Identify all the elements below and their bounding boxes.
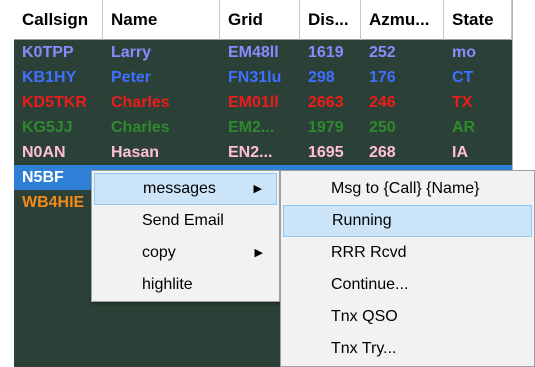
column-header-name[interactable]: Name xyxy=(103,0,220,40)
chevron-right-icon: ▶ xyxy=(253,183,262,195)
column-header-state[interactable]: State xyxy=(444,0,512,40)
submenu-item-rrr-rcvd[interactable]: RRR Rcvd xyxy=(283,237,532,269)
cell-state: AR xyxy=(452,119,476,136)
cell-callsign: WB4HIE xyxy=(22,194,85,211)
submenu-item-label: Msg to {Call} {Name} xyxy=(331,180,480,197)
menu-item-label: copy xyxy=(142,244,176,261)
submenu-item-tnx-qso[interactable]: Tnx QSO xyxy=(283,301,532,333)
submenu-item-msg-to-call-name[interactable]: Msg to {Call} {Name} xyxy=(283,173,532,205)
column-header-azimuth[interactable]: Azmu... xyxy=(361,0,444,40)
cell-dist: 1695 xyxy=(308,144,344,161)
cell-state: IA xyxy=(452,144,468,161)
menu-item-send-email[interactable]: Send Email xyxy=(94,205,277,237)
column-header-distance[interactable]: Dis... xyxy=(300,0,361,40)
grid-header: Callsign Name Grid Dis... Azmu... State xyxy=(14,0,512,40)
menu-item-label: Send Email xyxy=(142,212,224,229)
cell-name: Larry xyxy=(111,44,152,61)
menu-item-label: highlite xyxy=(142,276,193,293)
table-row[interactable]: KG5JJ Charles EM2... 1979 250 AR xyxy=(14,115,512,140)
cell-azm: 246 xyxy=(369,94,396,111)
submenu-item-label: Running xyxy=(332,212,392,229)
cell-dist: 1619 xyxy=(308,44,344,61)
cell-dist: 298 xyxy=(308,69,335,86)
cell-azm: 268 xyxy=(369,144,396,161)
cell-azm: 252 xyxy=(369,44,396,61)
table-row[interactable]: KD5TKR Charles EM01ll 2663 246 TX xyxy=(14,90,512,115)
table-row[interactable]: KB1HY Peter FN31lu 298 176 CT xyxy=(14,65,512,90)
column-header-grid[interactable]: Grid xyxy=(220,0,300,40)
cell-dist: 2663 xyxy=(308,94,344,111)
table-row[interactable]: N0AN Hasan EN2... 1695 268 IA xyxy=(14,140,512,165)
cell-grid: FN31lu xyxy=(228,69,282,86)
context-menu: messages ▶ Send Email copy ▶ highlite xyxy=(91,170,280,302)
menu-item-messages[interactable]: messages ▶ xyxy=(94,173,277,205)
submenu-item-running[interactable]: Running xyxy=(283,205,532,237)
cell-state: CT xyxy=(452,69,474,86)
column-header-callsign[interactable]: Callsign xyxy=(14,0,103,40)
log-window: Callsign Name Grid Dis... Azmu... State … xyxy=(0,0,535,367)
cell-azm: 176 xyxy=(369,69,396,86)
cell-name: Peter xyxy=(111,69,152,86)
cell-grid: EN2... xyxy=(228,144,273,161)
cell-azm: 250 xyxy=(369,119,396,136)
submenu-item-tnx-try[interactable]: Tnx Try... xyxy=(283,333,532,365)
menu-item-label: messages xyxy=(143,180,216,197)
cell-callsign: N5BF xyxy=(22,169,64,186)
cell-state: mo xyxy=(452,44,476,61)
table-row[interactable]: K0TPP Larry EM48ll 1619 252 mo xyxy=(14,40,512,65)
cell-name: Charles xyxy=(111,94,170,111)
cell-callsign: KG5JJ xyxy=(22,119,73,136)
submenu-item-continue[interactable]: Continue... xyxy=(283,269,532,301)
submenu-item-label: Tnx QSO xyxy=(331,308,398,325)
cell-grid: EM01ll xyxy=(228,94,279,111)
messages-submenu: Msg to {Call} {Name} Running RRR Rcvd Conti… xyxy=(280,170,535,367)
cell-state: TX xyxy=(452,94,473,111)
cell-grid: EM48ll xyxy=(228,44,279,61)
cell-dist: 1979 xyxy=(308,119,344,136)
menu-item-copy[interactable]: copy ▶ xyxy=(94,237,277,269)
cell-name: Charles xyxy=(111,119,170,136)
cell-callsign: K0TPP xyxy=(22,44,74,61)
cell-grid: EM2... xyxy=(228,119,275,136)
cell-callsign: N0AN xyxy=(22,144,66,161)
cell-name: Hasan xyxy=(111,144,160,161)
menu-item-highlite[interactable]: highlite xyxy=(94,269,277,301)
submenu-item-label: RRR Rcvd xyxy=(331,244,407,261)
submenu-item-label: Continue... xyxy=(331,276,409,293)
chevron-right-icon: ▶ xyxy=(254,247,263,259)
cell-callsign: KD5TKR xyxy=(22,94,87,111)
submenu-item-label: Tnx Try... xyxy=(331,340,397,357)
cell-callsign: KB1HY xyxy=(22,69,77,86)
